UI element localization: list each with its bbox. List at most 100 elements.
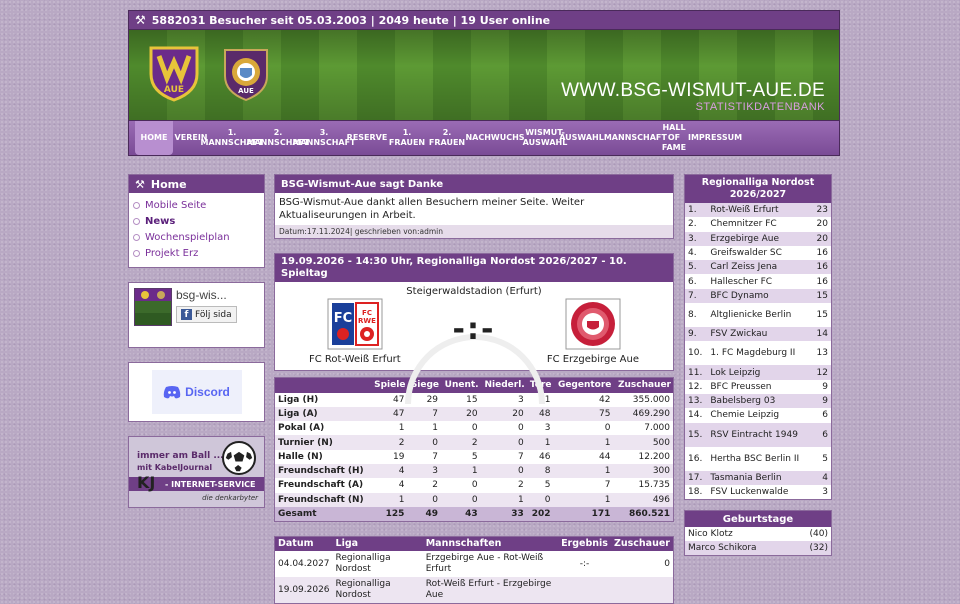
points: 6: [822, 410, 828, 421]
bullet-icon: [133, 249, 140, 257]
nav-item-10[interactable]: AUSWAHLMANNSCHAFT: [559, 121, 667, 155]
fixture-row[interactable]: 04.04.2027 Regionalliga Nordost Erzgebirge…: [275, 551, 674, 577]
team-name: FSV Zwickau: [707, 327, 812, 342]
league-row[interactable]: 2. Chemnitzer FC 20: [685, 217, 831, 231]
match-body: Steigerwaldstadion (Erfurt) FC FC RWE -:…: [275, 282, 673, 404]
league-row[interactable]: 4. Greifswalder SC 16: [685, 246, 831, 260]
stats-cell: 0: [407, 435, 442, 450]
menu-item[interactable]: Projekt Erz: [133, 245, 264, 261]
away-team[interactable]: FC Erzgebirge Aue: [547, 354, 639, 365]
nav-item-8[interactable]: NACHWUCHS: [465, 121, 524, 155]
fixtures-header-cell: Datum: [274, 536, 333, 552]
facebook-widget[interactable]: bsg-wis... f Följ sida: [128, 282, 265, 348]
stats-cell: Freundschaft (H): [274, 463, 371, 479]
team-name: Lok Leipzig: [707, 365, 812, 380]
league-row[interactable]: 14. Chemie Leipzig 6: [685, 408, 831, 422]
nav-item-12[interactable]: IMPRESSUM: [688, 121, 742, 155]
nav-item-6[interactable]: 1. FRAUEN: [387, 121, 427, 155]
stats-cell: 75: [553, 406, 614, 422]
fixture-cell: Erzgebirge Aue - Rot-Weiß Erfurt: [425, 553, 544, 575]
team-name: 1. FC Magdeburg II: [710, 348, 796, 359]
stats-cell: 860.521: [613, 506, 674, 522]
team-name: Babelsberg 03: [707, 393, 812, 409]
main-content: BSG-Wismut-Aue sagt Danke BSG-Wismut-Aue…: [274, 174, 674, 604]
rank: 5.: [685, 260, 708, 275]
menu-item[interactable]: Mobile Seite: [133, 197, 264, 213]
nav-item-5[interactable]: RESERVE: [347, 121, 388, 155]
points: 13: [816, 348, 828, 359]
stadium-name: Steigerwaldstadion (Erfurt): [406, 286, 542, 297]
birthday-age: (40): [809, 529, 828, 540]
nav-item-11[interactable]: HALL OF FAME: [659, 121, 689, 155]
stats-row: Gesamt 125 49 43 33 202 171 860.521: [274, 506, 674, 522]
points: 16: [816, 248, 828, 259]
stats-cell: 500: [613, 435, 674, 450]
league-row[interactable]: 5. Carl Zeiss Jena 16: [685, 260, 831, 275]
page-photo-icon: [135, 289, 171, 325]
stats-cell: Halle (N): [278, 451, 323, 462]
home-menu-header: ⚒ Home: [129, 175, 264, 193]
nav-item-4[interactable]: 3. MANNSCHAFT: [293, 121, 356, 155]
league-row[interactable]: 11. Lok Leipzig 12: [685, 365, 831, 380]
stats-cell: Freundschaft (A): [278, 480, 364, 491]
league-row[interactable]: 7. BFC Dynamo 15: [685, 288, 831, 304]
wismut-aue-crest-icon[interactable]: AUE: [147, 44, 201, 102]
points: 4: [811, 470, 831, 485]
stats-cell: 46: [539, 451, 551, 462]
birthdays-title: Geburtstage: [685, 511, 831, 528]
facebook-follow-button[interactable]: f Följ sida: [176, 306, 237, 323]
league-table-title[interactable]: Regionalliga Nordost 2026/2027: [685, 175, 831, 203]
stats-cell: 8: [526, 463, 554, 479]
menu-item[interactable]: Wochenspielplan: [133, 229, 264, 245]
stats-cell: 1: [526, 435, 554, 450]
nav-item-0[interactable]: HOME: [135, 121, 173, 155]
rank: 10.: [688, 348, 703, 359]
stats-cell: 42: [598, 394, 611, 405]
news-title[interactable]: BSG-Wismut-Aue sagt Danke: [275, 175, 673, 193]
fixtures-table: Datum Liga Mannschaften Ergebnis Zuschauer 0…: [274, 535, 674, 604]
league-row[interactable]: 10. 1. FC Magdeburg II 13: [685, 341, 831, 365]
facebook-page-thumbnail[interactable]: [134, 288, 172, 326]
league-row[interactable]: 12. BFC Preussen 9: [685, 380, 831, 394]
league-row[interactable]: 13. Babelsberg 03 9: [685, 393, 831, 409]
points: 20: [816, 219, 828, 230]
fixtures-header-cell: Liga: [332, 536, 423, 552]
points: 3: [822, 487, 828, 497]
team-name: FSV Luckenwalde: [710, 487, 789, 497]
stats-cell: 2: [517, 480, 524, 491]
bullet-icon: [133, 217, 140, 225]
league-row[interactable]: 16. Hertha BSC Berlin II 5: [685, 447, 831, 471]
discord-widget[interactable]: Discord: [128, 362, 265, 422]
league-row[interactable]: 6. Hallescher FC 16: [685, 274, 831, 288]
fixture-cell: Regionalliga Nordost: [335, 553, 391, 575]
home-menu-title: Home: [150, 177, 187, 191]
stats-cell: 1: [398, 423, 405, 434]
league-row[interactable]: 9. FSV Zwickau 14: [685, 327, 831, 342]
league-row[interactable]: 3. Erzgebirge Aue 20: [685, 231, 831, 246]
birthday-row[interactable]: Nico Klotz (40): [685, 527, 831, 541]
facebook-page-name[interactable]: bsg-wis...: [176, 288, 237, 302]
nav-item-7[interactable]: 2. FRAUEN: [427, 121, 467, 155]
league-row[interactable]: 1. Rot-Weiß Erfurt 23: [685, 203, 831, 218]
discord-button[interactable]: Discord: [151, 370, 242, 414]
rank: 13.: [685, 393, 708, 409]
erzgebirge-aue-crest-icon[interactable]: AUE: [219, 44, 273, 102]
team-name: Chemnitzer FC: [710, 219, 777, 230]
league-row[interactable]: 15. RSV Eintracht 1949 6: [685, 422, 831, 447]
main-nav: HOME VEREIN 1. MANNSCHAFT 2. MANNSCHAFT 3. M…: [128, 120, 840, 156]
points: 15: [816, 310, 828, 321]
league-row[interactable]: 8. Altglienicke Berlin 15: [685, 303, 831, 327]
birthday-name: Nico Klotz: [688, 529, 733, 540]
kabeljournal-ad[interactable]: immer am Ball ... mit KabelJournal - INT…: [128, 436, 265, 508]
news-meta: Datum:17.11.2024| geschrieben von:admin: [275, 225, 673, 238]
team-name: Hertha BSC Berlin II: [710, 453, 800, 464]
menu-item[interactable]: News: [133, 213, 264, 229]
stats-cell: Liga (A): [274, 406, 371, 422]
league-row[interactable]: 17. Tasmania Berlin 4: [685, 470, 831, 485]
home-team[interactable]: FC Rot-Weiß Erfurt: [309, 354, 401, 365]
league-row[interactable]: 18. FSV Luckenwalde 3: [685, 485, 831, 499]
points: 5: [822, 453, 828, 464]
rank: 14.: [688, 410, 703, 421]
birthday-row[interactable]: Marco Schikora (32): [685, 541, 831, 556]
bullet-icon: [133, 233, 140, 241]
